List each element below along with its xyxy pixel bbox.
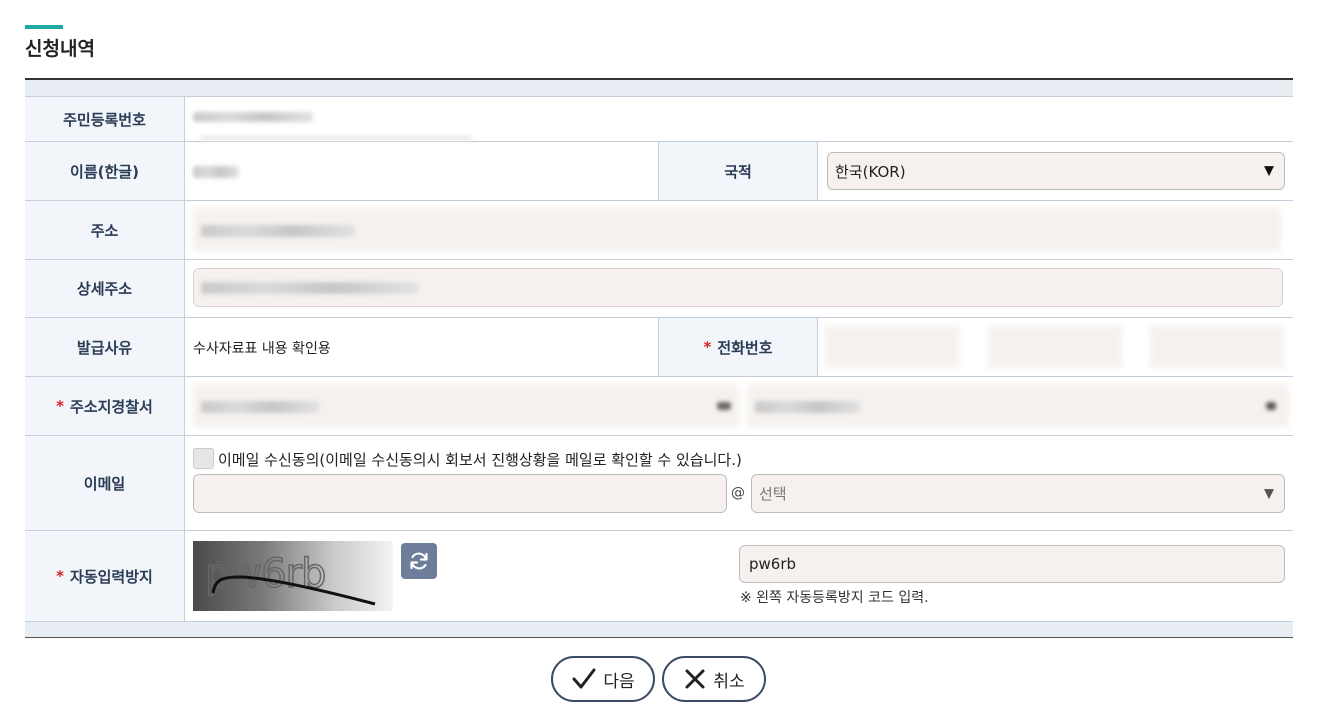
close-icon	[685, 669, 705, 689]
row-address: 주소	[25, 201, 1293, 260]
section-title: 신청내역	[25, 38, 95, 60]
email-consent-text: 이메일 수신동의(이메일 수신동의시 회보서 진행상황을 메일로 확인할 수 있…	[218, 451, 742, 469]
phone-label-text: 전화번호	[717, 338, 773, 357]
row-police-station: * 주소지경찰서	[25, 377, 1293, 436]
row-name: 이름(한글) 국적 한국(KOR) ▼	[25, 142, 1293, 201]
captcha-refresh-button[interactable]	[401, 543, 437, 579]
email-label: 이메일	[25, 436, 185, 530]
captcha-image: pw6rb	[193, 541, 393, 611]
required-mark: *	[56, 397, 65, 415]
chevron-down-icon	[1266, 402, 1276, 410]
required-mark: *	[703, 338, 712, 356]
captcha-label-text: 자동입력방지	[70, 567, 153, 586]
section-accent-bar	[25, 25, 63, 29]
police-label: * 주소지경찰서	[25, 377, 185, 435]
address-value	[201, 225, 355, 237]
resident-number-underline	[200, 136, 472, 140]
row-reason: 발급사유 수사자료표 내용 확인용 * 전화번호	[25, 318, 1293, 377]
resident-number-value	[193, 112, 313, 122]
police-province-value	[201, 401, 319, 413]
captcha-input[interactable]: pw6rb	[739, 545, 1285, 583]
email-at-sign: @	[731, 485, 745, 501]
nationality-select[interactable]: 한국(KOR) ▼	[827, 152, 1285, 190]
reason-value: 수사자료표 내용 확인용	[193, 341, 331, 357]
phone-field-2[interactable]	[988, 326, 1122, 368]
email-domain-select[interactable]: 선택 ▼	[751, 474, 1285, 513]
police-label-text: 주소지경찰서	[70, 397, 153, 416]
nationality-label: 국적	[658, 142, 818, 200]
detail-address-value	[201, 282, 419, 294]
next-button[interactable]: 다음	[551, 656, 655, 702]
row-email: 이메일 이메일 수신동의(이메일 수신동의시 회보서 진행상황을 메일로 확인할…	[25, 436, 1293, 531]
captcha-noise-line	[211, 575, 376, 606]
phone-field-1[interactable]	[825, 326, 959, 368]
row-detail-address: 상세주소	[25, 260, 1293, 318]
cancel-button[interactable]: 취소	[662, 656, 766, 702]
name-value	[193, 166, 239, 178]
email-domain-placeholder: 선택	[759, 485, 787, 503]
refresh-icon	[410, 552, 428, 570]
row-resident-number: 주민등록번호	[25, 97, 1293, 142]
chevron-down-icon	[717, 402, 731, 410]
check-icon	[572, 668, 596, 689]
captcha-hint: ※ 왼쪽 자동등록방지 코드 입력.	[740, 590, 929, 606]
captcha-input-value: pw6rb	[749, 555, 797, 573]
phone-field-3[interactable]	[1150, 326, 1284, 368]
police-station-value	[755, 401, 861, 413]
address-field[interactable]	[193, 209, 1281, 251]
name-label: 이름(한글)	[25, 142, 185, 200]
email-consent-checkbox[interactable]	[193, 448, 214, 469]
chevron-down-icon: ▼	[1264, 163, 1274, 179]
email-id-input[interactable]	[193, 474, 727, 513]
table-header-band	[25, 80, 1293, 97]
nationality-value: 한국(KOR)	[835, 162, 906, 181]
phone-label: * 전화번호	[658, 318, 818, 376]
detail-address-label: 상세주소	[25, 260, 185, 317]
reason-label: 발급사유	[25, 318, 185, 376]
required-mark: *	[56, 567, 65, 585]
next-button-label: 다음	[603, 671, 635, 692]
chevron-down-icon: ▼	[1264, 486, 1274, 501]
table-footer-band	[25, 621, 1293, 638]
captcha-label: * 자동입력방지	[25, 531, 185, 621]
resident-number-label: 주민등록번호	[25, 97, 185, 141]
cancel-button-label: 취소	[713, 671, 745, 692]
address-label: 주소	[25, 201, 185, 259]
